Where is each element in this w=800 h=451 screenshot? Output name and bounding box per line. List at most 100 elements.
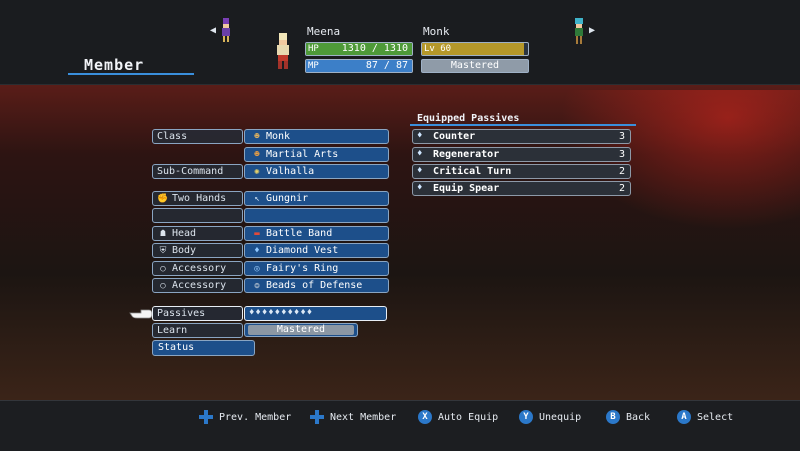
slot-value-ability[interactable]: ☻ Martial Arts	[244, 147, 389, 162]
beads-icon: ❂	[254, 281, 260, 291]
passive-name: Critical Turn	[433, 166, 512, 177]
slot-label-text: Accessory	[172, 280, 227, 291]
mp-bar: MP 87 / 87	[305, 59, 413, 73]
hint-prev-member[interactable]: Prev. Member	[199, 410, 291, 424]
passive-cost: 2	[618, 183, 625, 194]
slot-value-text: Gungnir	[266, 193, 309, 204]
vest-icon: ♦	[254, 246, 260, 256]
pointing-hand-cursor-icon	[129, 309, 153, 319]
mastery-text: Mastered	[450, 60, 500, 71]
armor-icon: ⛨	[159, 246, 167, 256]
member-class: Monk	[423, 25, 450, 38]
hint-next-member[interactable]: Next Member	[310, 410, 396, 424]
next-member-arrow-icon[interactable]: ▶	[589, 25, 595, 36]
monk-icon: ☻	[254, 132, 260, 142]
slot-label-text: Sub-Command	[157, 166, 224, 177]
next-member-sprite[interactable]	[573, 18, 585, 44]
slot-label-text: Class	[157, 131, 188, 142]
slot-label-body: ⛨ Body	[152, 243, 243, 258]
spear-icon: ↖	[254, 194, 260, 204]
valhalla-icon: ✺	[254, 167, 260, 177]
dpad-right-icon	[310, 410, 324, 424]
passives-row-label[interactable]: Passives	[152, 306, 243, 321]
slot-label-accessory-1: ○ Accessory	[152, 261, 243, 276]
passive-cost: 3	[618, 131, 625, 142]
hint-back[interactable]: B Back	[606, 410, 650, 424]
ring-slot-icon: ○	[160, 264, 166, 274]
passive-name: Counter	[433, 131, 476, 142]
slot-label-accessory-2: ○ Accessory	[152, 278, 243, 293]
slot-value-text: Monk	[266, 131, 291, 142]
a-button-icon: A	[677, 410, 691, 424]
learn-label: Learn	[157, 325, 188, 336]
ring-slot-icon: ○	[160, 281, 166, 291]
slot-value-accessory-2[interactable]: ❂ Beads of Defense	[244, 278, 389, 293]
passive-gem-icons: ♦♦♦♦♦♦♦♦♦♦	[249, 308, 314, 318]
slot-value-text: Battle Band	[266, 228, 333, 239]
ring-icon: ◎	[254, 264, 260, 274]
slot-value-sub-command[interactable]: ✺ Valhalla	[244, 164, 389, 179]
level-text: Lv 60	[424, 43, 451, 55]
hp-bar: HP 1310 / 1310	[305, 42, 413, 56]
slot-value-empty[interactable]	[244, 208, 389, 223]
slot-value-head[interactable]: ▬ Battle Band	[244, 226, 389, 241]
equipped-passive-row[interactable]: ♦ Critical Turn 2	[412, 164, 631, 179]
slot-label-text: Two Hands	[172, 193, 227, 204]
dpad-left-icon	[199, 410, 213, 424]
hint-unequip[interactable]: Y Unequip	[519, 410, 581, 424]
slot-value-text: Martial Arts	[266, 149, 339, 160]
slot-label-weapon: ✊ Two Hands	[152, 191, 243, 206]
slot-label-text: Body	[172, 245, 197, 256]
level-value: 60	[440, 44, 452, 54]
slot-value-weapon[interactable]: ↖ Gungnir	[244, 191, 389, 206]
slot-value-accessory-1[interactable]: ◎ Fairy's Ring	[244, 261, 389, 276]
mastery-bar: Mastered	[421, 59, 529, 73]
passive-cost: 3	[618, 149, 625, 160]
hint-label: Unequip	[539, 411, 582, 423]
learn-value: Mastered	[248, 325, 354, 335]
title-underline	[68, 73, 194, 75]
passive-gem-icon: ♦	[417, 131, 423, 141]
passive-name: Regenerator	[433, 149, 500, 160]
member-name: Meena	[307, 25, 341, 38]
slot-value-text: Diamond Vest	[266, 245, 339, 256]
hint-label: Select	[697, 411, 734, 423]
learn-row-label[interactable]: Learn	[152, 323, 243, 338]
equipped-passive-row[interactable]: ♦ Counter 3	[412, 129, 631, 144]
hint-label: Next Member	[330, 411, 397, 423]
slot-value-body[interactable]: ♦ Diamond Vest	[244, 243, 389, 258]
prev-member-sprite[interactable]	[220, 18, 232, 42]
slot-label-text: Head	[172, 228, 197, 239]
slot-value-text: Beads of Defense	[266, 280, 363, 291]
equipped-passive-row[interactable]: ♦ Regenerator 3	[412, 147, 631, 162]
equipped-passive-row[interactable]: ♦ Equip Spear 2	[412, 181, 631, 196]
slot-label-empty	[152, 208, 243, 223]
status-button[interactable]: Status	[152, 340, 255, 356]
level-label: Lv	[424, 44, 435, 54]
hint-label: Back	[626, 411, 651, 423]
passive-gems[interactable]: ♦♦♦♦♦♦♦♦♦♦	[244, 306, 387, 321]
button-hint-bar	[0, 400, 800, 451]
level-bar: Lv 60	[421, 42, 529, 56]
slot-label-text: Accessory	[172, 263, 227, 274]
hand-icon: ✊	[157, 194, 169, 204]
slot-value-class[interactable]: ☻ Monk	[244, 129, 389, 144]
y-button-icon: Y	[519, 410, 533, 424]
passive-gem-icon: ♦	[417, 149, 423, 159]
prev-member-arrow-icon[interactable]: ◀	[210, 25, 216, 36]
learn-progress-bar: Mastered	[244, 323, 358, 337]
slot-label-head: ☗ Head	[152, 226, 243, 241]
headband-icon: ▬	[254, 229, 260, 239]
hint-auto-equip[interactable]: X Auto Equip	[418, 410, 498, 424]
hint-select[interactable]: A Select	[677, 410, 733, 424]
mp-label: MP	[308, 61, 319, 71]
hint-label: Auto Equip	[438, 411, 499, 423]
passives-label: Passives	[157, 308, 206, 319]
martial-arts-icon: ☻	[254, 150, 260, 160]
status-label: Status	[158, 342, 195, 353]
hint-label: Prev. Member	[219, 411, 292, 423]
slot-label-class: Class	[152, 129, 243, 144]
passive-gem-icon: ♦	[417, 166, 423, 176]
mp-value: 87 / 87	[365, 60, 408, 71]
hp-label: HP	[308, 44, 319, 54]
